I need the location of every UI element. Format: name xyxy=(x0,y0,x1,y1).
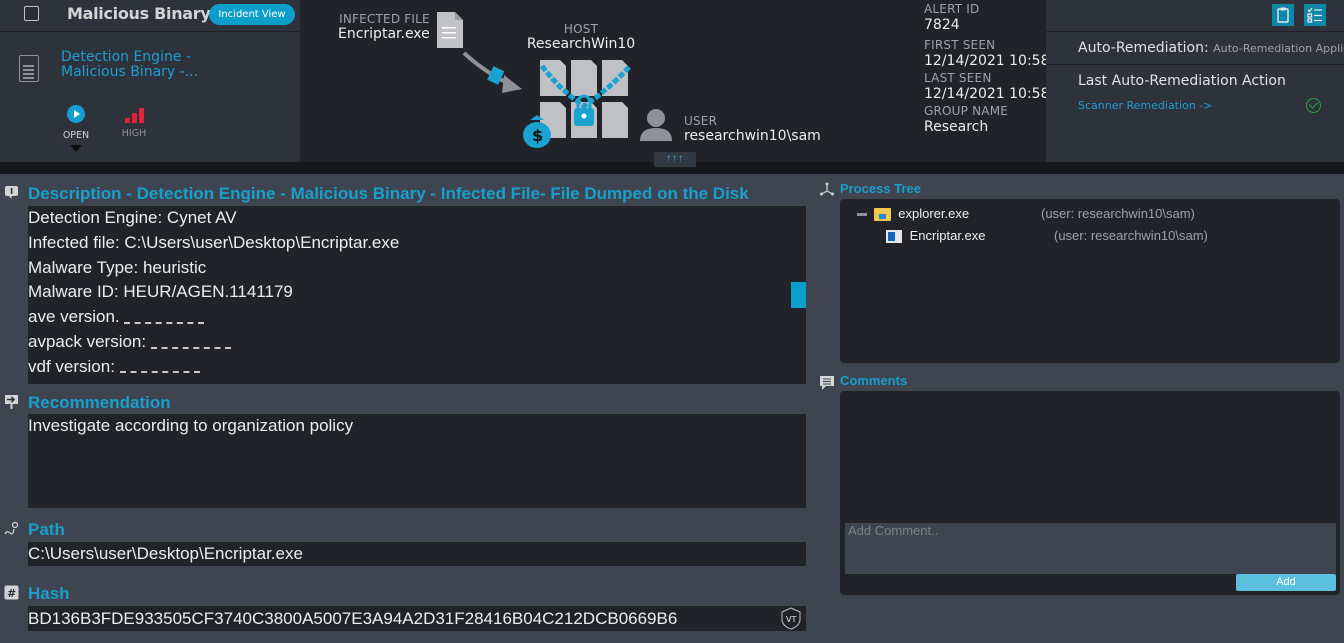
path-value: C:\Users\user\Desktop\Encriptar.exe xyxy=(28,542,806,566)
svg-text:$: $ xyxy=(532,126,543,145)
add-comment-button[interactable]: Add xyxy=(1236,574,1336,591)
path-icon xyxy=(4,521,19,535)
checklist-button[interactable] xyxy=(1304,4,1326,26)
svg-text:VT: VT xyxy=(786,615,796,624)
host-node: HOST ResearchWin10 xyxy=(526,22,636,52)
info-icon xyxy=(5,186,18,199)
detection-link[interactable]: Detection Engine - Malicious Binary -... xyxy=(61,50,198,80)
tree-node[interactable]: Encriptar.exe xyxy=(886,228,986,244)
check-circle-icon xyxy=(1306,98,1321,113)
expand-graph-button[interactable]: ↑↑↑ xyxy=(654,152,696,167)
first-seen: 12/14/2021 10:58 xyxy=(924,53,1050,69)
tree-node[interactable]: explorer.exe xyxy=(857,206,969,222)
incident-view-button[interactable]: Incident View xyxy=(209,4,295,25)
redacted-value xyxy=(124,312,205,324)
severity-indicator: HIGH xyxy=(118,108,150,139)
ransomware-host-icon: $ xyxy=(523,60,632,148)
alert-summary-panel: Malicious Binary Incident View Detection… xyxy=(0,0,300,162)
hash-value: BD136B3FDE933505CF3740C3800A5007E3A94A2D… xyxy=(28,606,806,631)
clipboard-button[interactable] xyxy=(1272,4,1294,26)
process-tree-icon xyxy=(820,182,834,196)
comments-panel: Add xyxy=(840,391,1340,595)
virustotal-button[interactable]: VT xyxy=(778,606,804,630)
comments-title: Comments xyxy=(840,373,908,388)
last-seen: 12/14/2021 10:58 xyxy=(924,86,1050,102)
alert-title: Malicious Binary xyxy=(67,4,211,23)
auto-remediation-status: Auto-Remediation: Auto-Remediation Appli… xyxy=(1078,40,1344,56)
comment-icon xyxy=(820,376,834,390)
description-scrollbar[interactable] xyxy=(791,282,806,308)
signal-bars-icon xyxy=(118,108,150,123)
path-title: Path xyxy=(28,520,65,539)
last-action-label: Last Auto-Remediation Action xyxy=(1078,73,1286,89)
alert-header: Malicious Binary Incident View Detection… xyxy=(0,0,1344,162)
document-icon xyxy=(19,55,39,82)
remediation-panel: Auto-Remediation: Auto-Remediation Appli… xyxy=(1046,0,1344,162)
severity-label: HIGH xyxy=(121,128,147,139)
comment-input[interactable] xyxy=(845,523,1336,574)
svg-text:#: # xyxy=(7,587,16,600)
folder-icon xyxy=(873,208,891,222)
status-dropdown[interactable]: OPEN xyxy=(61,105,91,152)
user-node: USER researchwin10\sam xyxy=(684,114,821,144)
collapse-icon[interactable] xyxy=(857,213,867,217)
alert-id: 7824 xyxy=(924,17,960,33)
redacted-value xyxy=(119,361,200,374)
process-tree: explorer.exe (user: researchwin10\sam) E… xyxy=(840,199,1340,363)
select-checkbox[interactable] xyxy=(24,6,39,21)
clipboard-icon xyxy=(1277,7,1289,23)
executable-icon xyxy=(886,230,902,244)
group-name: Research xyxy=(924,119,989,135)
user-icon xyxy=(640,109,672,141)
recommendation-title: Recommendation xyxy=(28,393,171,412)
scanner-remediation-link[interactable]: Scanner Remediation -> xyxy=(1078,99,1212,112)
status-label: OPEN xyxy=(62,130,90,141)
redacted-value xyxy=(150,337,231,349)
hash-title: Hash xyxy=(28,584,70,603)
checklist-icon xyxy=(1307,7,1322,23)
infected-file-node: INFECTED FILE Encriptar.exe xyxy=(338,12,430,42)
signpost-icon xyxy=(5,395,18,409)
recommendation-box: Investigate according to organization po… xyxy=(28,414,806,508)
description-box: Detection Engine: Cynet AV Infected file… xyxy=(28,206,806,384)
description-title: Description - Detection Engine - Malicio… xyxy=(28,184,749,203)
alert-meta: ALERT ID 7824 FIRST SEEN 12/14/2021 10:5… xyxy=(924,2,1050,135)
caret-down-icon xyxy=(70,145,82,152)
process-tree-title: Process Tree xyxy=(840,181,921,196)
hash-icon: # xyxy=(4,585,19,600)
play-icon xyxy=(67,105,85,123)
virustotal-shield-icon: VT xyxy=(781,607,801,630)
